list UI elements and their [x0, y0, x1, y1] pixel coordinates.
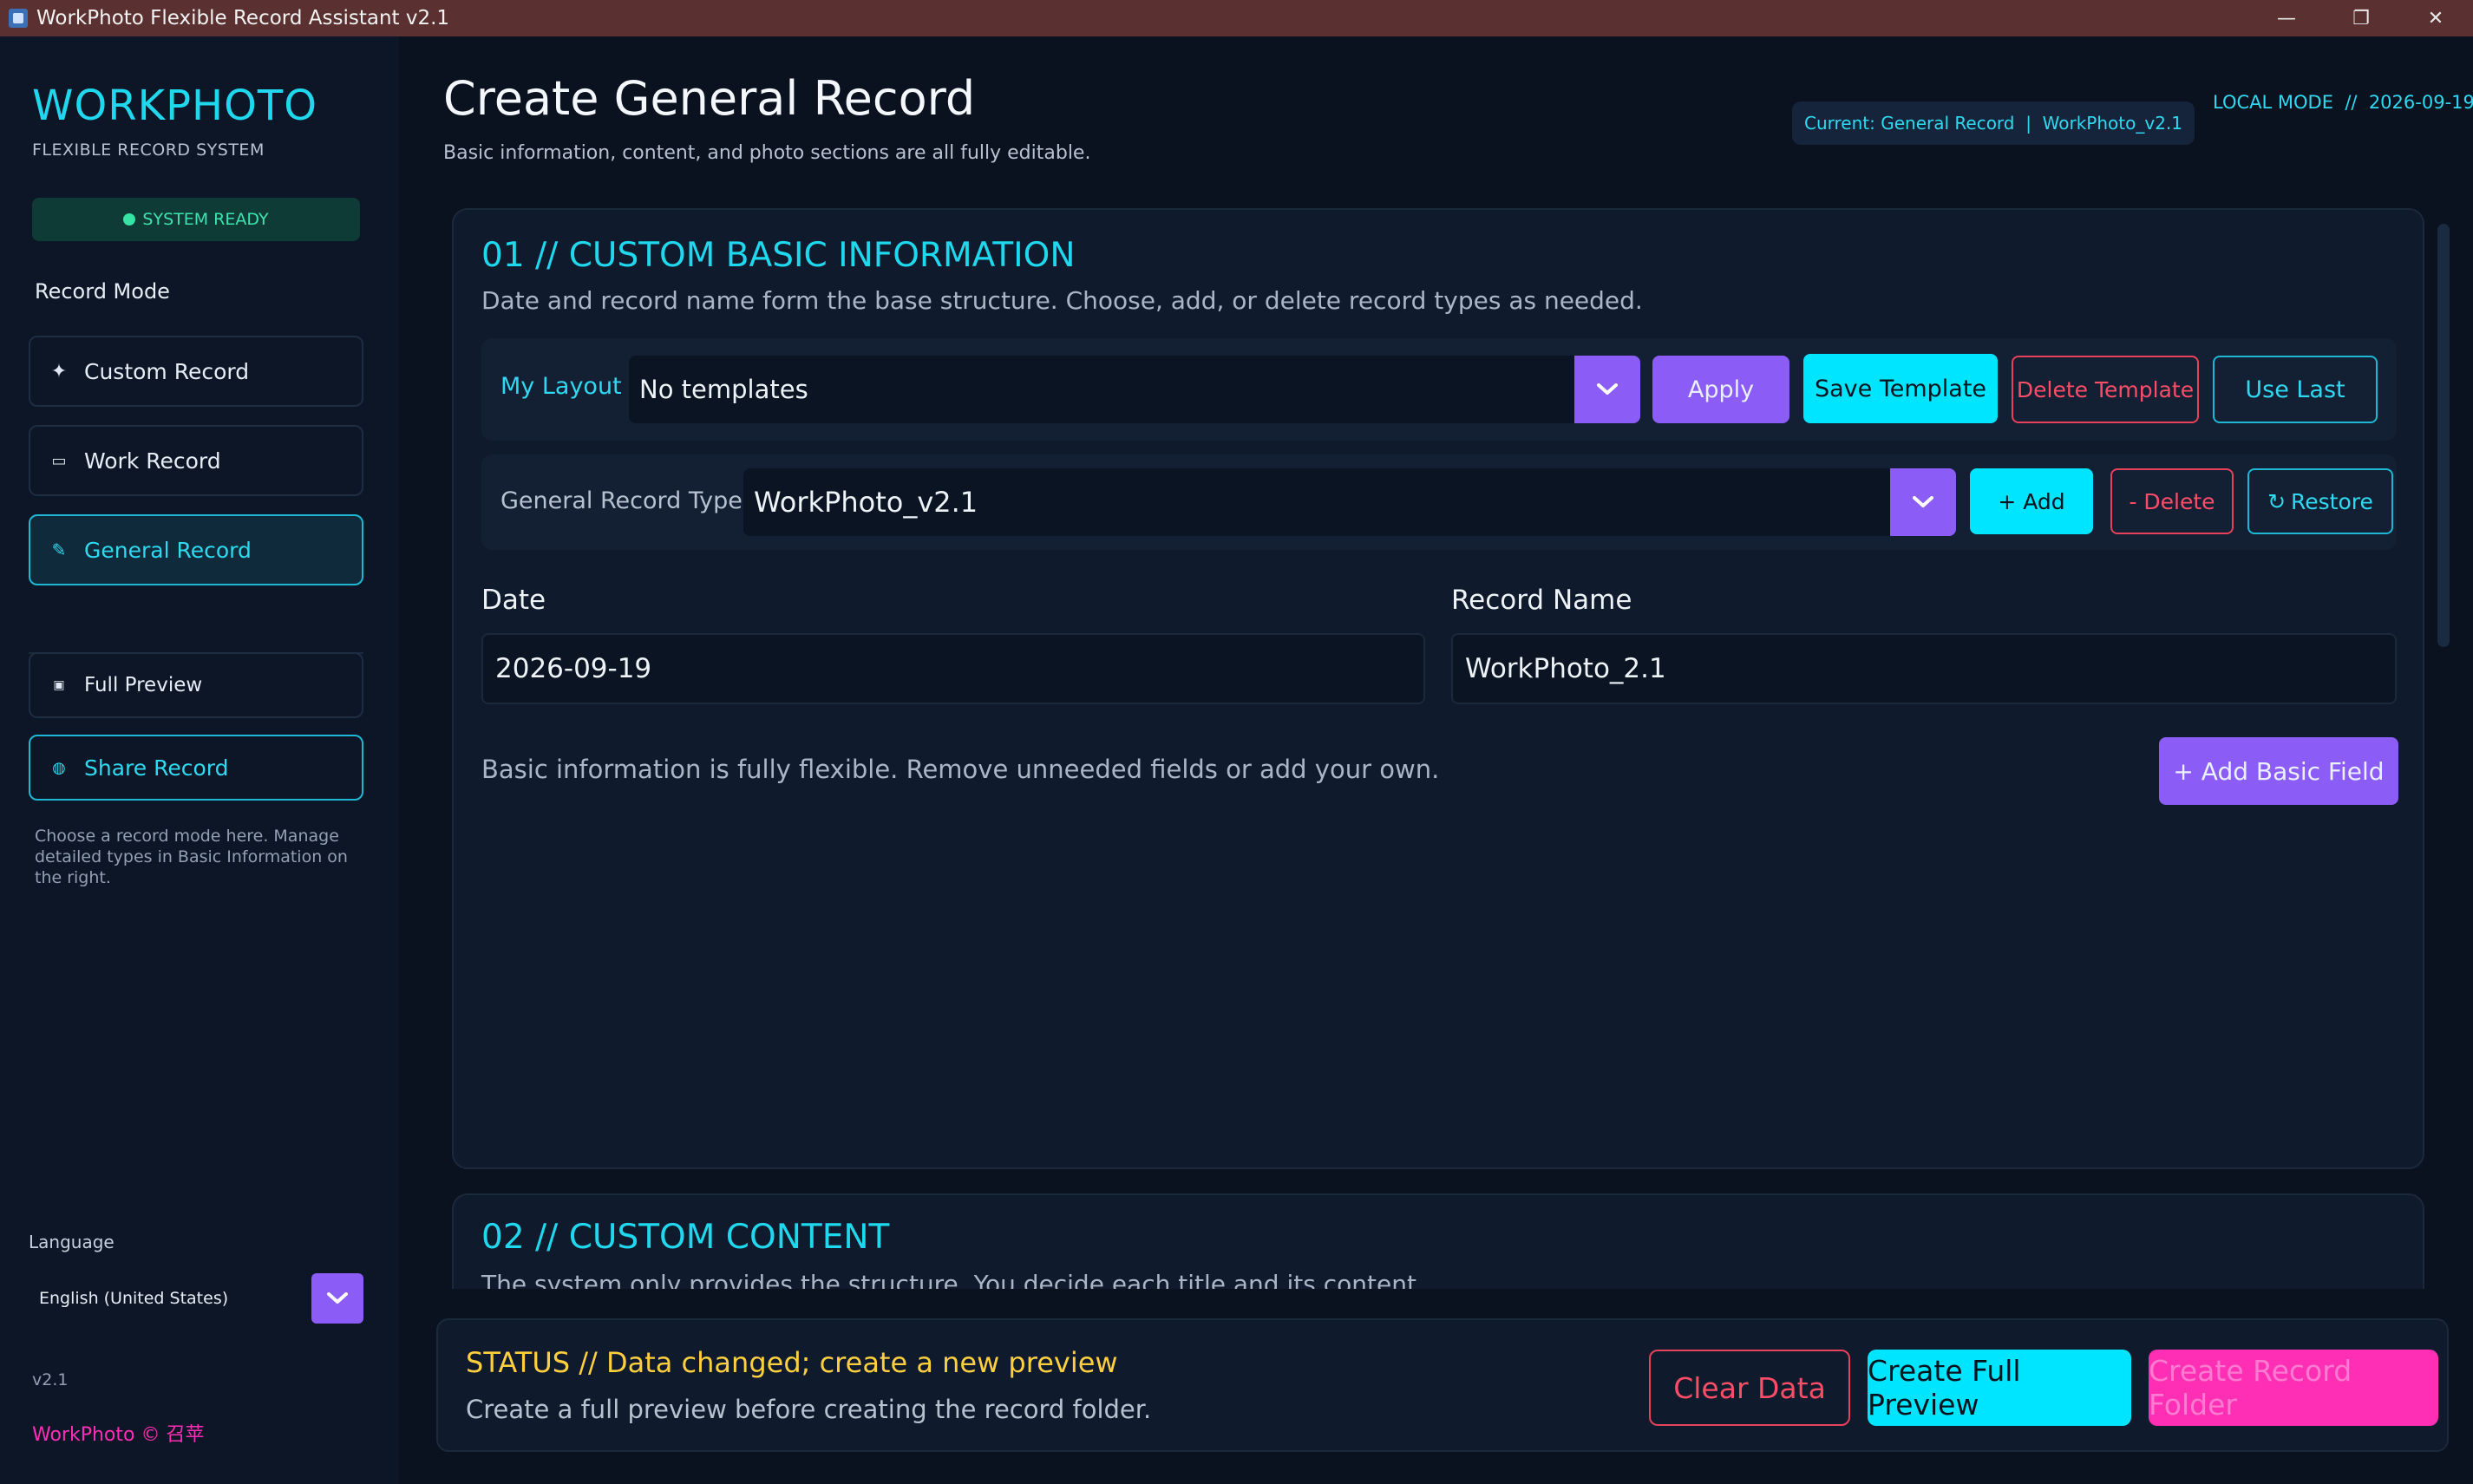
create-record-folder-button[interactable]: Create Record Folder: [2149, 1350, 2438, 1426]
sidebar-hint: Choose a record mode here. Manage detail…: [35, 827, 348, 887]
share-record-label: Share Record: [84, 755, 229, 781]
copyright-label: WorkPhoto © 召苹: [32, 1424, 205, 1446]
layout-select-value: No templates: [639, 375, 808, 404]
minimize-icon[interactable]: —: [2249, 0, 2324, 36]
basic-info-card: 01 // CUSTOM BASIC INFORMATION Date and …: [452, 208, 2424, 1169]
full-preview-button[interactable]: ▣ Full Preview: [29, 652, 363, 718]
sidebar-item-label: Work Record: [84, 448, 221, 474]
chevron-down-icon[interactable]: [311, 1273, 363, 1324]
preview-icon: ▣: [53, 678, 65, 692]
window-titlebar: WorkPhoto Flexible Record Assistant v2.1…: [0, 0, 2473, 36]
sidebar-item-work-record[interactable]: ▭ Work Record: [29, 425, 363, 496]
restore-button[interactable]: ↻ Restore: [2247, 468, 2393, 534]
section-title: 01 // CUSTOM BASIC INFORMATION: [481, 236, 1076, 275]
sidebar-item-label: General Record: [84, 537, 252, 563]
apply-button[interactable]: Apply: [1652, 356, 1789, 423]
record-mode-label: Record Mode: [35, 279, 170, 304]
local-mode-indicator: LOCAL MODE // 2026-09-19: [2213, 92, 2473, 113]
add-basic-field-button[interactable]: + Add Basic Field: [2159, 737, 2398, 805]
scrollbar[interactable]: [2437, 224, 2450, 647]
section-description: The system only provides the structure. …: [481, 1270, 1424, 1289]
sidebar-item-label: Custom Record: [84, 358, 250, 384]
language-value: English (United States): [39, 1289, 229, 1308]
restore-label: Restore: [2291, 488, 2373, 514]
window-controls: — ❐ ✕: [2249, 0, 2473, 36]
layout-select[interactable]: No templates: [629, 356, 1640, 423]
sparkle-icon: ✦: [50, 360, 68, 382]
delete-type-button[interactable]: - Delete: [2110, 468, 2234, 534]
add-type-button[interactable]: + Add: [1970, 468, 2093, 534]
share-record-button[interactable]: ◍ Share Record: [29, 735, 363, 801]
status-subtitle: Create a full preview before creating th…: [466, 1395, 1152, 1424]
status-dot-icon: [123, 213, 136, 226]
chevron-down-icon[interactable]: [1574, 356, 1640, 423]
current-record-badge: Current: General Record | WorkPhoto_v2.1: [1792, 101, 2195, 145]
brand-logo: WORKPHOTO: [32, 82, 317, 130]
brand-subtitle: FLEXIBLE RECORD SYSTEM: [32, 141, 265, 160]
app-icon: [9, 9, 28, 28]
my-layout-label: My Layout: [500, 373, 622, 400]
status-bar: STATUS // Data changed; create a new pre…: [436, 1318, 2449, 1452]
sidebar-item-custom-record[interactable]: ✦ Custom Record: [29, 336, 363, 407]
sidebar: WORKPHOTO FLEXIBLE RECORD SYSTEM SYSTEM …: [0, 36, 399, 1484]
page-title: Create General Record: [443, 71, 976, 126]
globe-icon: ◍: [52, 758, 66, 777]
language-label: Language: [29, 1232, 114, 1252]
chevron-down-icon[interactable]: [1890, 468, 1956, 536]
clear-data-button[interactable]: Clear Data: [1649, 1350, 1850, 1426]
window-title: WorkPhoto Flexible Record Assistant v2.1: [36, 7, 450, 29]
section-description: Date and record name form the base struc…: [481, 286, 1643, 315]
full-preview-label: Full Preview: [84, 674, 203, 696]
restore-icon[interactable]: ❐: [2324, 0, 2398, 36]
date-label: Date: [481, 585, 546, 616]
record-type-row: General Record Type WorkPhoto_v2.1 + Add…: [481, 454, 2397, 550]
page-subtitle: Basic information, content, and photo se…: [443, 142, 1091, 164]
record-type-value: WorkPhoto_v2.1: [754, 486, 978, 519]
system-status-badge: SYSTEM READY: [32, 198, 360, 241]
record-name-input[interactable]: WorkPhoto_2.1: [1451, 633, 2397, 704]
save-template-button[interactable]: Save Template: [1803, 354, 1998, 423]
flex-note: Basic information is fully flexible. Rem…: [481, 755, 1440, 784]
document-edit-icon: ✎: [51, 539, 67, 560]
briefcase-icon: ▭: [51, 451, 67, 470]
use-last-button[interactable]: Use Last: [2213, 356, 2378, 423]
restore-icon: ↻: [2267, 488, 2287, 514]
record-type-label: General Record Type: [500, 487, 743, 514]
record-type-select[interactable]: WorkPhoto_v2.1: [743, 468, 1956, 536]
sidebar-item-general-record[interactable]: ✎ General Record: [29, 514, 363, 585]
close-icon[interactable]: ✕: [2398, 0, 2473, 36]
system-status-text: SYSTEM READY: [142, 210, 269, 229]
status-title: STATUS // Data changed; create a new pre…: [466, 1346, 1118, 1379]
language-select[interactable]: English (United States): [29, 1273, 363, 1324]
layout-row: My Layout No templates Apply Save Templa…: [481, 338, 2397, 441]
delete-template-button[interactable]: Delete Template: [2012, 356, 2199, 423]
create-full-preview-button[interactable]: Create Full Preview: [1868, 1350, 2131, 1426]
custom-content-card: 02 // CUSTOM CONTENT The system only pro…: [452, 1193, 2424, 1289]
date-input[interactable]: 2026-09-19: [481, 633, 1425, 704]
version-label: v2.1: [32, 1370, 69, 1389]
section-title: 02 // CUSTOM CONTENT: [481, 1218, 890, 1257]
record-name-label: Record Name: [1451, 585, 1632, 616]
